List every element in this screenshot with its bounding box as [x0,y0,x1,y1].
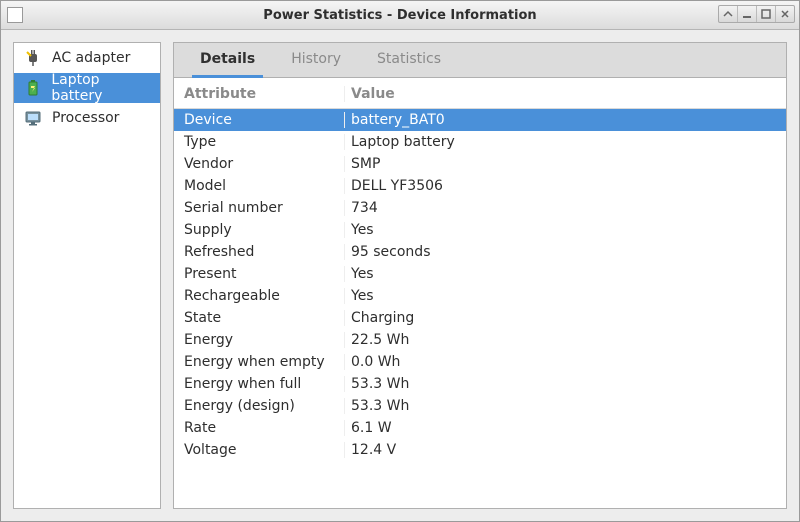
cell-value: Charging [344,310,776,326]
table-row[interactable]: Energy when full53.3 Wh [174,373,786,395]
battery-icon [22,77,43,99]
window-system-icon [7,7,23,23]
cell-attribute: Energy when empty [184,354,344,370]
table-row[interactable]: StateCharging [174,307,786,329]
cell-value: Yes [344,266,776,282]
table-row[interactable]: Rate6.1 W [174,417,786,439]
cell-attribute: Vendor [184,156,344,172]
cell-attribute: Refreshed [184,244,344,260]
cell-attribute: Energy (design) [184,398,344,414]
cell-attribute: Rate [184,420,344,436]
cell-attribute: Type [184,134,344,150]
minimize-button[interactable] [738,6,757,22]
close-button[interactable] [776,6,794,22]
table-headers: Attribute Value [174,78,786,109]
cell-value: Yes [344,222,776,238]
cell-value: battery_BAT0 [344,112,776,128]
table-row[interactable]: VendorSMP [174,153,786,175]
main-panel: DetailsHistoryStatistics Attribute Value… [173,42,787,509]
cell-attribute: Energy [184,332,344,348]
table-body[interactable]: Devicebattery_BAT0TypeLaptop batteryVend… [174,109,786,508]
table-row[interactable]: ModelDELL YF3506 [174,175,786,197]
window-root: Power Statistics - Device Information AC… [0,0,800,522]
sidebar-item-ac-adapter[interactable]: AC adapter [14,43,160,73]
sidebar-item-label: Laptop battery [51,72,152,104]
cell-attribute: Energy when full [184,376,344,392]
cell-value: Yes [344,288,776,304]
cell-value: Laptop battery [344,134,776,150]
cell-attribute: Supply [184,222,344,238]
table-row[interactable]: Serial number734 [174,197,786,219]
table-row[interactable]: Energy when empty0.0 Wh [174,351,786,373]
cell-attribute: Present [184,266,344,282]
cell-attribute: Model [184,178,344,194]
cell-attribute: State [184,310,344,326]
cell-value: 53.3 Wh [344,376,776,392]
header-value[interactable]: Value [344,86,776,102]
cell-value: 734 [344,200,776,216]
table-row[interactable]: Energy (design)53.3 Wh [174,395,786,417]
sidebar-item-laptop-battery[interactable]: Laptop battery [14,73,160,103]
tab-history[interactable]: History [273,43,359,77]
cell-value: SMP [344,156,776,172]
sidebar-item-processor[interactable]: Processor [14,103,160,133]
cell-value: 22.5 Wh [344,332,776,348]
table-row[interactable]: PresentYes [174,263,786,285]
header-attribute[interactable]: Attribute [184,86,344,102]
rollup-button[interactable] [719,6,738,22]
table-row[interactable]: Devicebattery_BAT0 [174,109,786,131]
plug-icon [22,47,44,69]
content-area: AC adapter Laptop battery Processor Detail… [1,30,799,521]
table-row[interactable]: SupplyYes [174,219,786,241]
device-sidebar: AC adapter Laptop battery Processor [13,42,161,509]
cell-attribute: Device [184,112,344,128]
table-row[interactable]: Refreshed95 seconds [174,241,786,263]
maximize-button[interactable] [757,6,776,22]
cell-value: 6.1 W [344,420,776,436]
cell-attribute: Rechargeable [184,288,344,304]
cell-value: 95 seconds [344,244,776,260]
table-row[interactable]: Energy22.5 Wh [174,329,786,351]
cell-value: 0.0 Wh [344,354,776,370]
cell-value: 53.3 Wh [344,398,776,414]
cell-attribute: Serial number [184,200,344,216]
tab-details[interactable]: Details [182,43,273,77]
titlebar: Power Statistics - Device Information [1,1,799,30]
window-controls [718,5,795,23]
cell-value: DELL YF3506 [344,178,776,194]
tabbar: DetailsHistoryStatistics [174,43,786,78]
cell-value: 12.4 V [344,442,776,458]
sidebar-item-label: Processor [52,110,119,126]
table-row[interactable]: RechargeableYes [174,285,786,307]
table-row[interactable]: TypeLaptop battery [174,131,786,153]
window-title: Power Statistics - Device Information [1,8,799,23]
tab-statistics[interactable]: Statistics [359,43,459,77]
monitor-icon [22,107,44,129]
sidebar-item-label: AC adapter [52,50,130,66]
table-row[interactable]: Voltage12.4 V [174,439,786,461]
cell-attribute: Voltage [184,442,344,458]
